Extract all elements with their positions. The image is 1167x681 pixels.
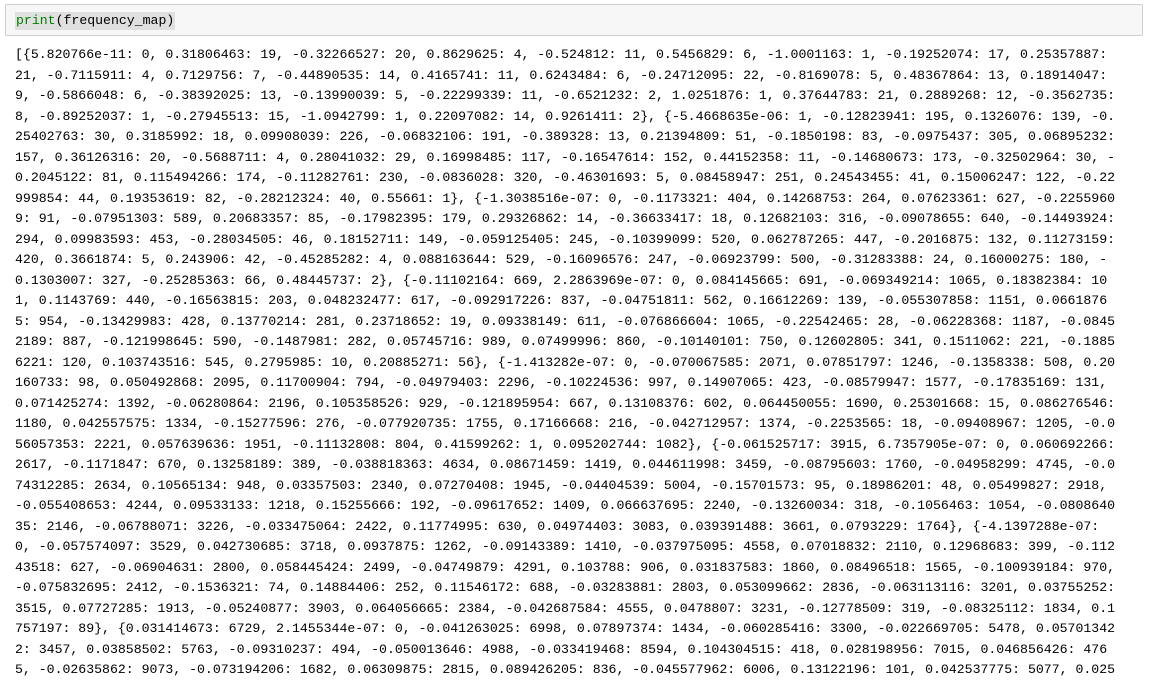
output-line: 9: 91, -0.07951303: 589, 0.20683357: 85,…: [15, 211, 1116, 226]
output-line: 2617, -0.1171847: 670, 0.13258189: 389, …: [15, 457, 1116, 472]
print-keyword: print: [16, 13, 56, 28]
output-line: 35: 2146, -0.06788071: 3226, -0.03347506…: [15, 518, 1100, 534]
output-line: 25402763: 30, 0.3185992: 18, 0.09908039:…: [15, 129, 1116, 144]
output-line: 0.1303007: 327, -0.25285363: 66, 0.48445…: [15, 272, 1108, 288]
output-line: 999854: 44, 0.19353619: 82, -0.28212324:…: [15, 190, 1116, 206]
output-line: 21, -0.7115911: 4, 0.7129756: 7, -0.4489…: [15, 67, 1108, 83]
output-line: 8, -0.89252037: 1, -0.27945513: 15, -1.0…: [15, 108, 1116, 124]
output-line: -0.075832695: 2412, -0.1536321: 74, 0.14…: [15, 580, 1116, 595]
output-line: 5, -0.02635862: 9073, -0.073194206: 1682…: [15, 662, 1116, 677]
output-line: 9, -0.5866048: 6, -0.38392025: 13, -0.13…: [15, 88, 1116, 103]
code-args: (frequency_map): [55, 13, 175, 28]
output-line: 1, 0.1143769: 440, -0.16563815: 203, 0.0…: [15, 293, 1108, 308]
output-line: 0.2045122: 81, 0.115494266: 174, -0.1128…: [15, 170, 1116, 185]
output-line: 5: 954, -0.13429983: 428, 0.13770214: 28…: [15, 313, 1116, 329]
output-line: 43518: 627, -0.06904631: 2800, 0.0584454…: [15, 559, 1116, 575]
output-line: 160733: 98, 0.050492868: 2095, 0.1170090…: [15, 375, 1108, 390]
cell-output: [{5.820766e-11: 0, 0.31806463: 19, -0.32…: [15, 45, 1115, 681]
output-line: 2: 3457, 0.03858502: 5763, -0.09310237: …: [15, 641, 1108, 657]
output-line: 6221: 120, 0.103743516: 545, 0.2795985: …: [15, 354, 1116, 370]
output-line: 2189: 887, -0.121998645: 590, -0.1487981…: [15, 334, 1116, 349]
output-line: 3515, 0.07727285: 1913, -0.05240877: 390…: [15, 600, 1116, 616]
output-line: 74312285: 2634, 0.10565134: 948, 0.03357…: [15, 477, 1108, 493]
code-line[interactable]: print(frequency_map): [15, 12, 176, 30]
output-line: 294, 0.09983593: 453, -0.28034505: 46, 0…: [15, 231, 1116, 247]
output-line: -0.055408653: 4244, 0.09533133: 1218, 0.…: [15, 498, 1116, 513]
output-line: 757197: 89}, {0.031414673: 6729, 2.14553…: [15, 621, 1116, 636]
code-cell-input[interactable]: print(frequency_map): [5, 4, 1143, 36]
output-line: 56057353: 2221, 0.057639636: 1951, -0.11…: [15, 436, 1116, 452]
output-line: 0.071425274: 1392, -0.06280864: 2196, 0.…: [15, 395, 1116, 411]
output-line: 1180, 0.042557575: 1334, -0.15277596: 27…: [15, 416, 1116, 431]
output-line: 157, 0.36126316: 20, -0.5688711: 4, 0.28…: [15, 149, 1116, 165]
output-line: 0, -0.057574097: 3529, 0.042730685: 3718…: [15, 539, 1116, 554]
output-line: [{5.820766e-11: 0, 0.31806463: 19, -0.32…: [15, 47, 1108, 62]
output-line: 420, 0.3661874: 5, 0.243906: 42, -0.4528…: [15, 252, 1108, 267]
